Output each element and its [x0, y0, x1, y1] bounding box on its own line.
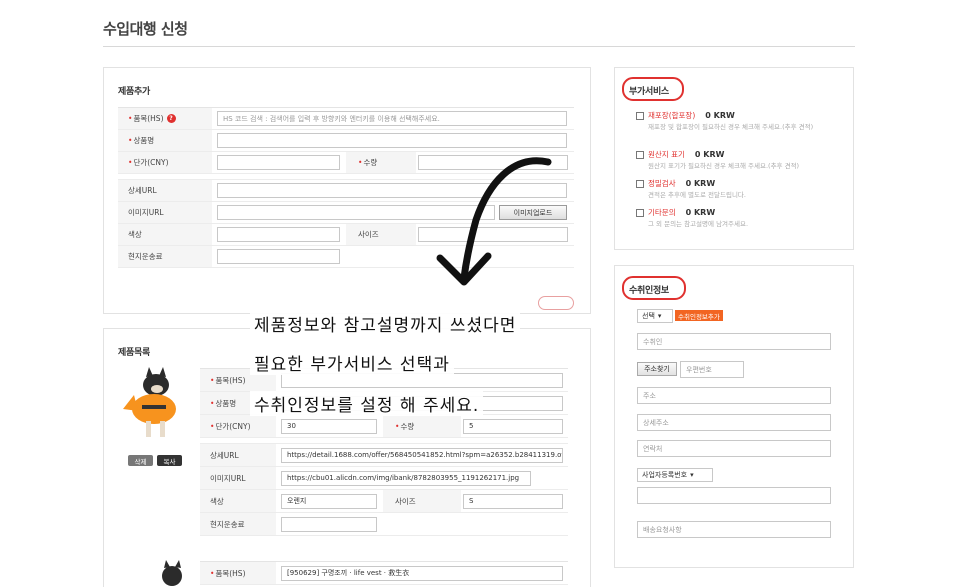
product-list-heading: 제품목록	[118, 348, 150, 358]
recipient-name-input[interactable]: 수취인	[637, 333, 831, 350]
add-recipient-badge[interactable]: 수취인정보추가	[675, 310, 723, 321]
hs-row: • 품목(HS)? HS 코드 검색 : 검색어를 입력 후 방향키와 엔터키를 …	[118, 108, 574, 130]
item-price-label: 단가(CNY)	[215, 421, 251, 431]
product-thumbnail	[118, 365, 190, 443]
item-shipping-input[interactable]	[281, 516, 377, 532]
service-item-inspection: 정밀검사 0 KRW 견적은 추후에 별도로 전달드립니다.	[636, 178, 846, 200]
item-shipping-label: 현지운송료	[200, 513, 276, 535]
item-url-label: 상세URL	[200, 444, 276, 466]
item-qty-label: 수량	[400, 421, 415, 431]
recipient-select[interactable]: 선택 ▾	[637, 309, 673, 323]
service-desc: 원산지 표기가 필요하신 경우 체크해 주세요.(추후 견적)	[648, 162, 800, 170]
help-icon[interactable]: ?	[166, 114, 176, 123]
url-label: 상세URL	[118, 180, 212, 201]
item-color-input[interactable]: 오렌지	[281, 493, 377, 509]
phone-input[interactable]: 연락처	[637, 440, 831, 457]
copy-button[interactable]: 복사	[157, 455, 182, 466]
size-label: 사이즈	[346, 224, 416, 245]
title-divider	[103, 46, 855, 47]
service-price: 0 KRW	[694, 150, 725, 159]
product-thumbnail-2	[150, 558, 190, 587]
delete-button[interactable]: 삭제	[128, 455, 153, 466]
price-label: 단가(CNY)	[133, 158, 169, 167]
color-input[interactable]	[217, 227, 340, 242]
business-number-select[interactable]: 사업자등록번호 ▾	[637, 468, 713, 482]
arrow-annotation	[436, 157, 552, 286]
inspection-checkbox[interactable]	[636, 179, 644, 188]
origin-checkbox[interactable]	[636, 150, 644, 159]
zip-code-input[interactable]: 우편번호	[680, 361, 744, 378]
page-title: 수입대행 신청	[103, 20, 188, 38]
item-image-url-input[interactable]: https://cbu01.alicdn.com/img/ibank/87828…	[281, 470, 531, 486]
item-hs-label: 품목(HS)	[215, 375, 246, 385]
extra-services-heading: 부가서비스	[629, 87, 669, 97]
item2-hs-input[interactable]: [950629] 구명조끼 · life vest · 救生衣	[281, 565, 563, 581]
item-color-label: 색상	[200, 490, 276, 512]
service-desc: 견적은 추후에 별도로 전달드립니다.	[648, 191, 746, 199]
service-name: 기타문의	[648, 208, 676, 217]
recipient-heading: 수취인정보	[629, 286, 669, 296]
item-size-label: 사이즈	[383, 490, 461, 512]
product-name-input[interactable]	[217, 133, 567, 148]
qty-label: 수량	[363, 158, 378, 167]
delivery-memo-input[interactable]: 배송요청사항	[637, 521, 831, 538]
shipping-label: 현지운송료	[118, 246, 212, 267]
service-name: 재포장(합포장)	[648, 111, 696, 120]
business-number-input[interactable]	[637, 487, 831, 504]
hs-search-input[interactable]: HS 코드 검색 : 검색어를 입력 후 방향키와 엔터키를 이용해 선택해주세…	[217, 111, 567, 126]
name-label: 상품명	[133, 136, 155, 145]
service-name: 원산지 표기	[648, 150, 685, 159]
product-list-item-2: • 품목(HS) [950629] 구명조끼 · life vest · 救生衣	[200, 561, 568, 585]
item-price-input[interactable]: 30	[281, 418, 377, 434]
annotation-line-1: 제품정보와 참고설명까지 쓰셨다면	[250, 311, 521, 336]
item-url-input[interactable]: https://detail.1688.com/offer/5684505418…	[281, 447, 563, 463]
service-price: 0 KRW	[685, 179, 716, 188]
annotation-line-3: 수취인정보를 설정 해 주세요.	[250, 391, 484, 416]
item-size-input[interactable]: S	[463, 493, 563, 509]
service-name: 정밀검사	[648, 179, 676, 188]
price-input[interactable]	[217, 155, 340, 170]
annotation-line-2: 필요한 부가서비스 선택과	[250, 350, 454, 375]
chevron-down-icon: ▾	[657, 312, 662, 320]
address-input[interactable]: 주소	[637, 387, 831, 404]
item-image-url-label: 이미지URL	[200, 467, 276, 489]
image-url-label: 이미지URL	[118, 202, 212, 223]
address-search-button[interactable]: 주소찾기	[637, 362, 677, 376]
service-item-repack: 재포장(합포장) 0 KRW 재포장 및 합포장이 필요하신 경우 체크해 주세요…	[636, 110, 846, 132]
name-row: • 상품명	[118, 130, 574, 152]
service-price: 0 KRW	[685, 208, 716, 217]
service-item-origin: 원산지 표기 0 KRW 원산지 표기가 필요하신 경우 체크해 주세요.(추후 …	[636, 149, 846, 171]
shipping-input[interactable]	[217, 249, 340, 264]
address-detail-input[interactable]: 상세주소	[637, 414, 831, 431]
item-qty-input[interactable]: 5	[463, 418, 563, 434]
item2-hs-label: 품목(HS)	[215, 568, 246, 578]
item-name-label: 상품명	[215, 398, 237, 408]
product-add-heading: 제품추가	[118, 87, 150, 97]
chevron-down-icon: ▾	[690, 471, 694, 479]
service-desc: 그 외 문의는 참고설명에 남겨주세요.	[648, 220, 749, 228]
service-item-other: 기타문의 0 KRW 그 외 문의는 참고설명에 남겨주세요.	[636, 207, 846, 229]
other-checkbox[interactable]	[636, 208, 644, 217]
hs-label: • 품목(HS)?	[118, 108, 212, 129]
repack-checkbox[interactable]	[636, 111, 644, 120]
service-price: 0 KRW	[705, 111, 735, 120]
service-desc: 재포장 및 합포장이 필요하신 경우 체크해 주세요.(추후 견적)	[648, 123, 814, 131]
add-product-pill[interactable]	[538, 296, 574, 310]
color-label: 색상	[118, 224, 212, 245]
